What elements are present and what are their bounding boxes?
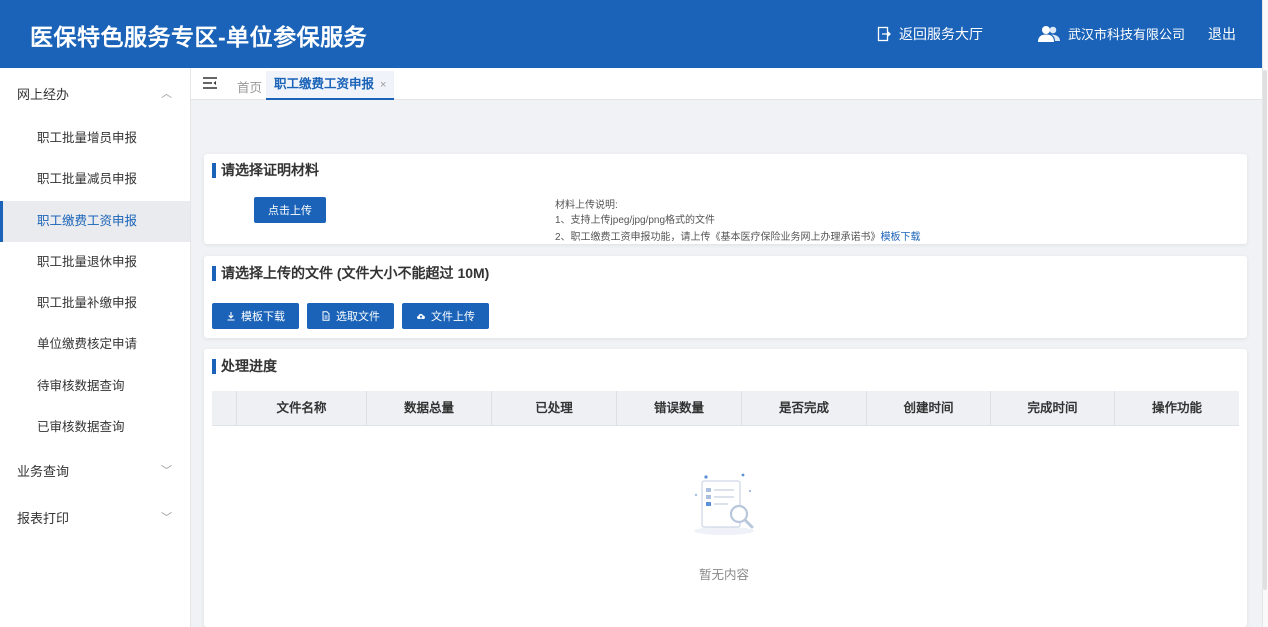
download-icon (227, 312, 235, 321)
progress-panel: 处理进度 文件名称 数据总量 已处理 错误数量 是否完成 创建时间 完成时间 操… (204, 349, 1247, 627)
column-header: 错误数量 (617, 391, 742, 426)
company-info: 武汉市科技有限公司 (1038, 24, 1185, 43)
column-header: 创建时间 (867, 391, 991, 426)
menu-item-batch-retire[interactable]: 职工批量退休申报 (0, 242, 190, 283)
button-label: 选取文件 (336, 311, 380, 323)
note-line: 2、职工缴费工资申报功能，请上传《基本医疗保险业务网上办理承诺书》模板下载 (555, 230, 921, 245)
company-name: 武汉市科技有限公司 (1068, 27, 1186, 42)
column-header: 文件名称 (237, 391, 367, 426)
users-icon (1038, 25, 1060, 42)
proof-materials-panel: 请选择证明材料 点击上传 材料上传说明: 1、支持上传jpeg/jpg/png格… (204, 154, 1247, 244)
menu-group-label: 业务查询 (17, 464, 70, 480)
section-title: 请选择证明材料 (212, 163, 319, 178)
menu-group-label: 网上经办 (17, 87, 70, 102)
column-header-selection (212, 391, 237, 426)
template-download-button[interactable]: 模板下载 (212, 303, 299, 329)
menu-group-label: 报表打印 (17, 511, 70, 527)
top-header: 医保特色服务专区-单位参保服务 返回服务大厅 武汉市科技有限公司 退出 (0, 0, 1262, 68)
empty-document-icon (694, 473, 754, 535)
menu-item-wage-declare[interactable]: 职工缴费工资申报 (0, 200, 190, 243)
page-scrollbar-thumb[interactable] (1263, 70, 1267, 590)
template-download-link[interactable]: 模板下载 (881, 232, 921, 243)
chevron-up-icon: ︿ (161, 88, 172, 100)
app-title: 医保特色服务专区-单位参保服务 (30, 24, 368, 50)
file-upload-button[interactable]: 文件上传 (402, 303, 489, 329)
tab-wage-declare[interactable]: 职工缴费工资申报 × (266, 71, 395, 100)
close-icon[interactable]: × (380, 79, 386, 91)
menu-group-report-print[interactable]: 报表打印 ﹀ (0, 495, 190, 542)
file-upload-panel: 请选择上传的文件 (文件大小不能超过 10M) 模板下载 选取文件 文件上传 (204, 256, 1247, 338)
tab-home[interactable]: 首页 (237, 77, 262, 96)
tab-bar: 首页 职工缴费工资申报 × (191, 68, 1262, 100)
section-title: 处理进度 (212, 359, 277, 374)
empty-state (684, 469, 764, 544)
column-header: 是否完成 (742, 391, 867, 426)
upload-notes: 材料上传说明: 1、支持上传jpeg/jpg/png格式的文件 2、职工缴费工资… (555, 198, 921, 245)
menu-group-business-query[interactable]: 业务查询 ﹀ (0, 448, 190, 495)
select-file-button[interactable]: 选取文件 (307, 303, 394, 329)
back-to-hall-link[interactable]: 返回服务大厅 (877, 24, 983, 44)
click-upload-button[interactable]: 点击上传 (254, 197, 326, 223)
column-header: 已处理 (492, 391, 617, 426)
tab-label: 职工缴费工资申报 (274, 77, 375, 91)
document-icon (322, 311, 330, 321)
back-to-hall-label: 返回服务大厅 (899, 26, 983, 42)
column-header: 操作功能 (1151, 401, 1202, 415)
menu-item-payment-verify[interactable]: 单位缴费核定申请 (0, 324, 190, 365)
cloud-upload-icon (417, 313, 425, 319)
empty-state-text: 暂无内容 (698, 568, 749, 582)
menu-fold-icon[interactable] (203, 77, 217, 89)
note-text: 2、职工缴费工资申报功能，请上传《基本医疗保险业务网上办理承诺书》 (555, 232, 881, 243)
section-title: 请选择上传的文件 (文件大小不能超过 10M) (212, 266, 489, 281)
chevron-down-icon: ﹀ (161, 512, 172, 525)
progress-table: 文件名称 数据总量 已处理 错误数量 是否完成 创建时间 完成时间 操作功能 (212, 391, 1239, 426)
button-label: 模板下载 (241, 311, 285, 323)
exit-door-icon (877, 26, 891, 42)
chevron-down-icon: ﹀ (161, 465, 172, 478)
column-header: 完成时间 (991, 391, 1115, 426)
sidebar: 网上经办 ︿ 职工批量增员申报 职工批量减员申报 职工缴费工资申报 职工批量退休… (0, 68, 191, 627)
notes-title: 材料上传说明: (555, 200, 618, 211)
menu-group-online-service[interactable]: 网上经办 ︿ (0, 71, 190, 118)
menu-item-batch-add[interactable]: 职工批量增员申报 (0, 118, 190, 159)
button-label: 文件上传 (431, 311, 475, 323)
menu-item-batch-reduce[interactable]: 职工批量减员申报 (0, 159, 190, 200)
menu-item-batch-backpay[interactable]: 职工批量补缴申报 (0, 283, 190, 324)
table-header: 文件名称 数据总量 已处理 错误数量 是否完成 创建时间 完成时间 操作功能 (212, 391, 1239, 426)
menu-item-pending-query[interactable]: 待审核数据查询 (0, 366, 190, 407)
menu-item-approved-query[interactable]: 已审核数据查询 (0, 407, 190, 448)
logout-button[interactable]: 退出 (1208, 24, 1236, 44)
note-line: 1、支持上传jpeg/jpg/png格式的文件 (555, 215, 716, 226)
column-header: 数据总量 (367, 391, 492, 426)
